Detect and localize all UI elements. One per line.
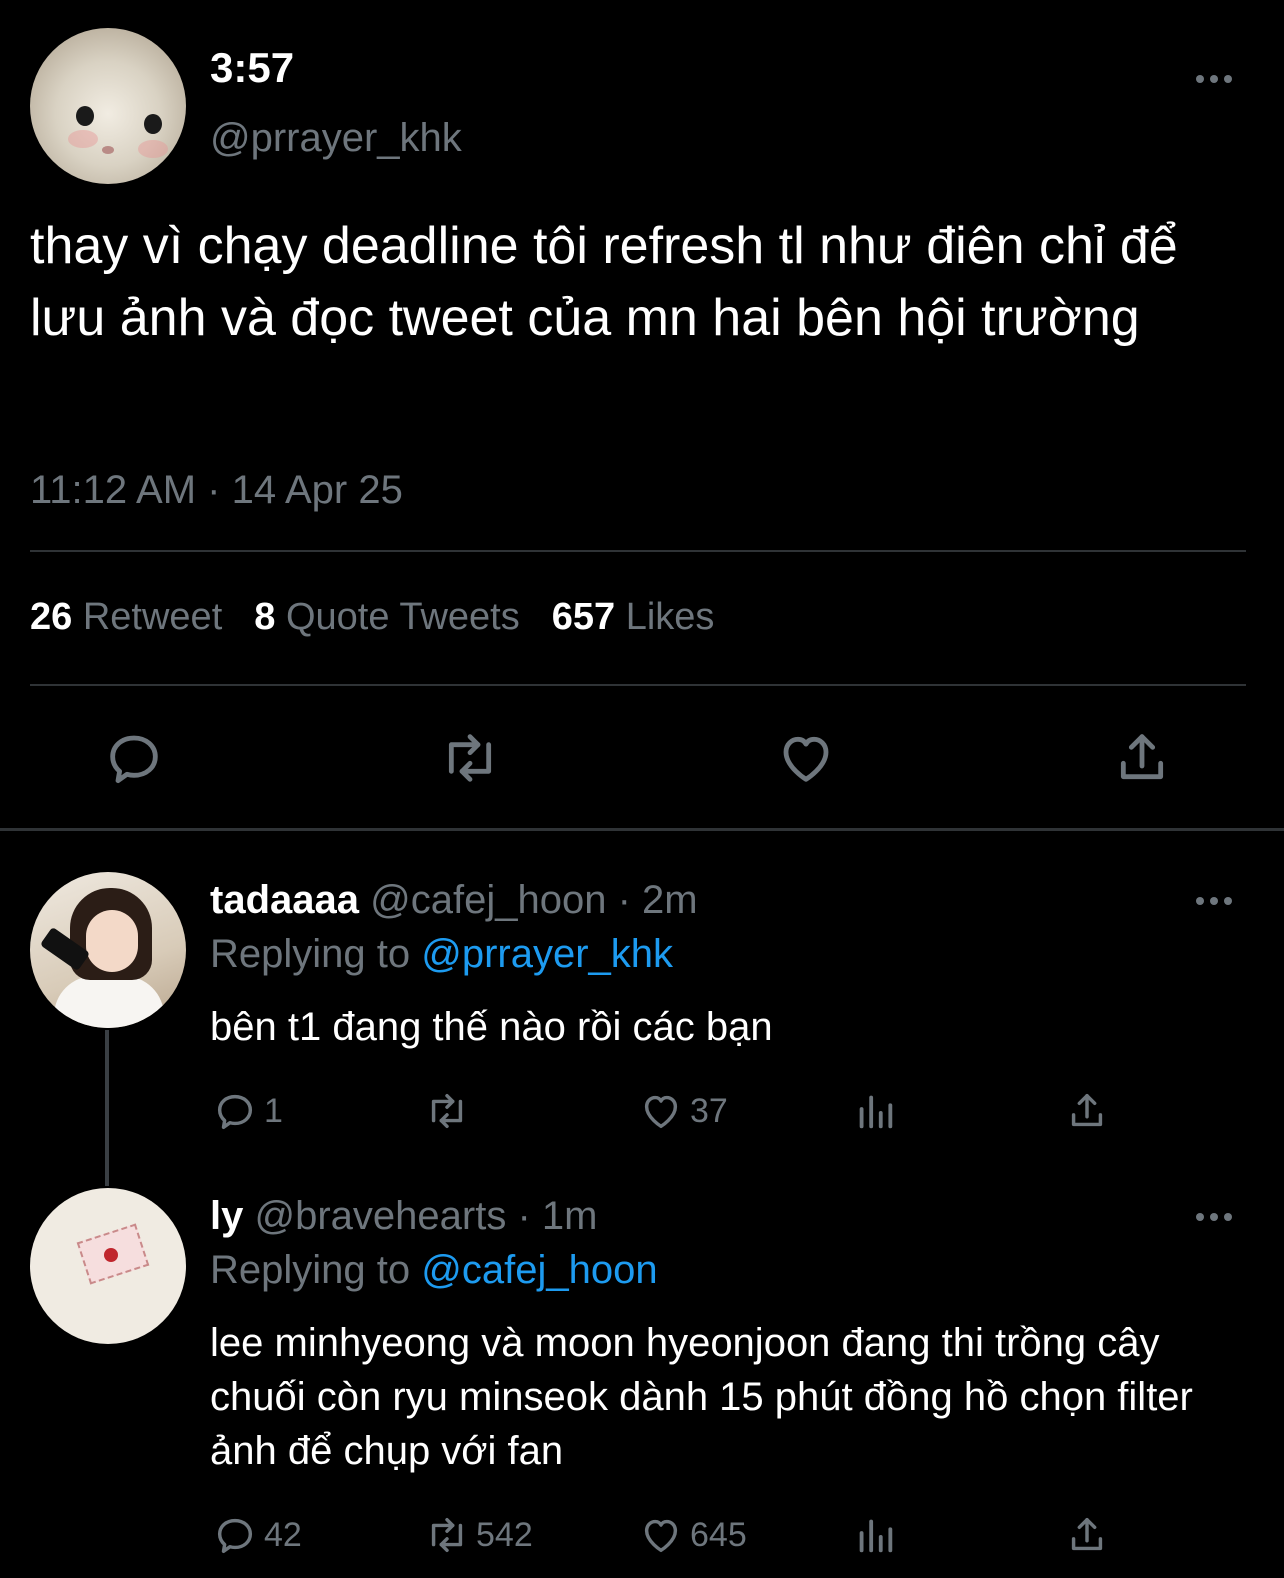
more-options-icon[interactable] [1194, 894, 1234, 908]
avatar-cheek [68, 130, 98, 148]
like-action[interactable]: 37 [638, 1088, 728, 1138]
more-options-icon[interactable] [1194, 1210, 1234, 1224]
share-action[interactable] [1064, 1088, 1110, 1138]
tweet-text: thay vì chạy deadline tôi refresh tl như… [30, 217, 1178, 347]
avatar-nose [102, 146, 114, 154]
more-options-icon[interactable] [1194, 72, 1234, 86]
reply-display-name[interactable]: tadaaaa [210, 878, 359, 922]
quote-stat[interactable]: 8 Quote Tweets [254, 596, 519, 638]
divider [30, 684, 1246, 686]
replying-to-link[interactable]: @cafej_hoon [421, 1248, 657, 1292]
like-icon[interactable] [774, 726, 838, 790]
avatar-eye [144, 114, 162, 134]
retweet-icon[interactable] [438, 726, 502, 790]
analytics-action[interactable] [852, 1512, 898, 1562]
replying-label: Replying to [210, 932, 411, 976]
retweet-count: 542 [476, 1515, 533, 1554]
like-icon [644, 1519, 678, 1553]
retweet-count: 26 [30, 596, 73, 638]
likes-label: Likes [625, 596, 715, 638]
reply-action[interactable]: 42 [212, 1512, 302, 1562]
reply-count: 42 [264, 1515, 302, 1554]
author-display-name[interactable]: 3:57 [210, 44, 294, 92]
reply-time: · 2m [617, 878, 698, 922]
like-action[interactable]: 645 [638, 1512, 747, 1562]
share-icon [1071, 1517, 1103, 1551]
retweet-icon [431, 1517, 463, 1553]
analytics-icon [859, 1519, 893, 1553]
reply-header: tadaaaa @cafej_hoon · 2m [210, 878, 698, 923]
replying-to: Replying to @cafej_hoon [210, 1248, 658, 1293]
avatar-cheek [138, 140, 168, 158]
analytics-icon [859, 1095, 893, 1129]
replying-to: Replying to @prrayer_khk [210, 932, 673, 977]
section-divider [0, 828, 1284, 831]
retweet-action[interactable]: 542 [424, 1512, 533, 1562]
reply-avatar[interactable] [30, 872, 186, 1028]
likes-stat[interactable]: 657 Likes [552, 596, 715, 638]
share-icon[interactable] [1110, 726, 1174, 790]
retweet-stat[interactable]: 26 Retweet [30, 596, 222, 638]
reply-time: · 1m [517, 1194, 598, 1238]
reply-avatar[interactable] [30, 1188, 186, 1344]
quote-label: Quote Tweets [285, 596, 520, 638]
retweet-icon [431, 1093, 463, 1129]
like-count: 645 [690, 1515, 747, 1554]
share-action[interactable] [1064, 1512, 1110, 1562]
divider [30, 550, 1246, 552]
share-icon [1071, 1093, 1103, 1127]
like-icon [644, 1095, 678, 1129]
replying-to-link[interactable]: @prrayer_khk [421, 932, 673, 976]
thread-connector [105, 1030, 109, 1186]
reply-icon [217, 1094, 253, 1130]
likes-count: 657 [551, 596, 616, 638]
author-avatar[interactable] [30, 28, 186, 184]
reply-text: lee minhyeong và moon hyeonjoon đang thi… [210, 1321, 1193, 1473]
retweet-label: Retweet [82, 596, 223, 638]
reply-action[interactable]: 1 [212, 1088, 283, 1138]
reply-icon[interactable] [102, 726, 166, 790]
analytics-action[interactable] [852, 1088, 898, 1138]
like-count: 37 [690, 1091, 728, 1130]
reply-text: bên t1 đang thế nào rồi các bạn [210, 1005, 773, 1049]
engagement-stats: 26 Retweet 8 Quote Tweets 657 Likes [30, 596, 714, 639]
author-handle[interactable]: @prrayer_khk [210, 116, 462, 161]
avatar-eye [76, 106, 94, 126]
replying-label: Replying to [210, 1248, 411, 1292]
reply-icon [217, 1518, 253, 1554]
reply-count: 1 [264, 1091, 283, 1130]
reply-handle[interactable]: @bravehearts [254, 1194, 506, 1238]
reply-header: ly @bravehearts · 1m [210, 1194, 597, 1239]
tweet-timestamp[interactable]: 11:12 AM · 14 Apr 25 [30, 468, 403, 513]
quote-count: 8 [254, 596, 276, 638]
retweet-action[interactable] [424, 1088, 476, 1138]
reply-display-name[interactable]: ly [210, 1194, 243, 1238]
reply-handle[interactable]: @cafej_hoon [370, 878, 606, 922]
